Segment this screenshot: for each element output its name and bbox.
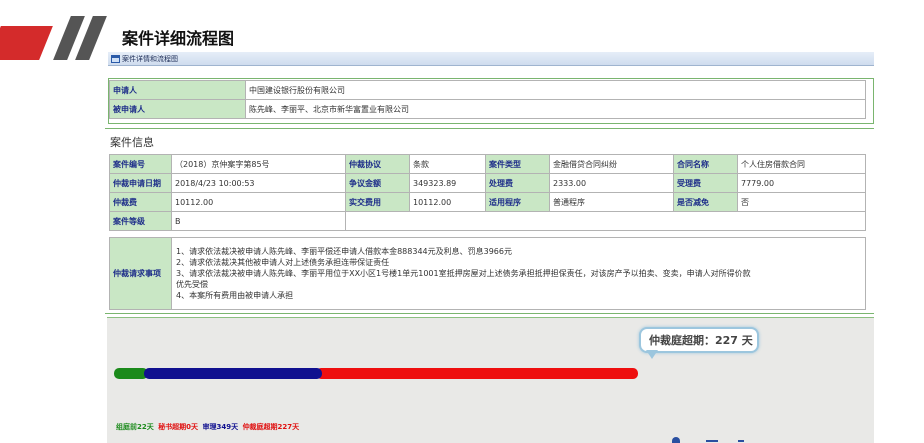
claim-item: 2、请求依法裁决其他被申请人对上述债务承担连带保证责任 (176, 258, 390, 267)
arb-fee-value: 10112.00 (171, 192, 346, 212)
tab-case-detail[interactable]: 案件详情和流程图 (108, 52, 874, 66)
claim-item: 1、请求依法裁决被申请人陈先峰、李丽平偿还申请人借款本金888344元及利息、罚… (176, 247, 512, 256)
table-row: 案件编号 （2018）京仲案字第85号 仲裁协议 条款 案件类型 金融借贷合同纠… (109, 154, 866, 174)
claims-label: 仲裁请求事项 (109, 237, 172, 310)
logo-red-slash (0, 26, 53, 60)
respondent-value: 陈先峰、李丽平、北京市新华富置业有限公司 (245, 99, 866, 119)
tab-label: 案件详情和流程图 (122, 55, 178, 63)
stage-legend: 组庭前22天 秘书超期0天 审理349天 仲裁庭超期227天 (116, 422, 301, 432)
level-value: B (171, 211, 346, 231)
legend-secretary-overdue: 秘书超期0天 (158, 423, 199, 431)
applicant-label: 申请人 (109, 80, 246, 100)
footer-decoration (706, 440, 718, 442)
reduction-label: 是否减免 (673, 192, 738, 212)
paid-value: 10112.00 (409, 192, 486, 212)
parties-table: 申请人 中国建设银行股份有限公司 被申请人 陈先峰、李丽平、北京市新华富置业有限… (109, 80, 866, 119)
footer-decoration (738, 440, 744, 442)
contract-label: 合同名称 (673, 154, 738, 174)
header-banner: 案件详细流程图 (0, 0, 924, 60)
applicant-value: 中国建设银行股份有限公司 (245, 80, 866, 100)
table-row: 仲裁费 10112.00 实交费用 10112.00 适用程序 普通程序 是否减… (109, 192, 866, 212)
contract-value: 个人住房借款合同 (737, 154, 866, 174)
respondent-label: 被申请人 (109, 99, 246, 119)
amount-label: 争议金额 (345, 173, 410, 193)
case-info-table: 案件编号 （2018）京仲案字第85号 仲裁协议 条款 案件类型 金融借贷合同纠… (109, 154, 866, 231)
case-no-label: 案件编号 (109, 154, 172, 174)
claims-list: 1、请求依法裁决被申请人陈先峰、李丽平偿还申请人借款本金888344元及利息、罚… (171, 237, 866, 310)
stage-bar-pre-formation (114, 368, 148, 379)
stage-bar-trial (144, 368, 322, 379)
amount-value: 349323.89 (409, 173, 486, 193)
claim-item: 3、请求依法裁决被申请人陈先峰、李丽平用位于XX小区1号楼1单元1001室抵押房… (176, 269, 751, 278)
claim-item: 4、本案所有费用由被申请人承担 (176, 291, 294, 300)
table-row: 被申请人 陈先峰、李丽平、北京市新华富置业有限公司 (109, 99, 866, 119)
agreement-value: 条款 (409, 154, 486, 174)
arb-fee-label: 仲裁费 (109, 192, 172, 212)
date-value: 2018/4/23 10:00:53 (171, 173, 346, 193)
date-label: 仲裁申请日期 (109, 173, 172, 193)
claims-table: 仲裁请求事项 1、请求依法裁决被申请人陈先峰、李丽平偿还申请人借款本金88834… (109, 237, 866, 310)
handling-fee-label: 处理费 (485, 173, 550, 193)
empty-cell (345, 211, 866, 231)
stage-bar-tribunal-overdue (316, 368, 638, 379)
procedure-value: 普通程序 (549, 192, 674, 212)
reduction-value: 否 (737, 192, 866, 212)
table-row: 案件等级 B (109, 211, 866, 231)
window-icon (111, 55, 120, 63)
agreement-label: 仲裁协议 (345, 154, 410, 174)
paid-label: 实交费用 (345, 192, 410, 212)
case-type-value: 金融借贷合同纠纷 (549, 154, 674, 174)
case-no-value: （2018）京仲案字第85号 (171, 154, 346, 174)
accept-fee-value: 7779.00 (737, 173, 866, 193)
page-title: 案件详细流程图 (122, 29, 235, 48)
legend-trial: 审理349天 (202, 423, 239, 431)
callout-tail (646, 350, 658, 359)
case-type-label: 案件类型 (485, 154, 550, 174)
handling-fee-value: 2333.00 (549, 173, 674, 193)
accept-fee-label: 受理费 (673, 173, 738, 193)
procedure-label: 适用程序 (485, 192, 550, 212)
table-row: 申请人 中国建设银行股份有限公司 (109, 80, 866, 100)
table-row: 仲裁申请日期 2018/4/23 10:00:53 争议金额 349323.89… (109, 173, 866, 193)
overdue-callout-text: 仲裁庭超期：227 天 (649, 334, 753, 347)
case-info-title: 案件信息 (110, 136, 154, 149)
claim-item: 优先受偿 (176, 280, 208, 289)
level-label: 案件等级 (109, 211, 172, 231)
legend-tribunal-overdue: 仲裁庭超期227天 (242, 423, 300, 431)
footer-logo-icon (672, 437, 680, 443)
legend-pre-formation: 组庭前22天 (116, 423, 154, 431)
table-row: 仲裁请求事项 1、请求依法裁决被申请人陈先峰、李丽平偿还申请人借款本金88834… (109, 237, 866, 310)
